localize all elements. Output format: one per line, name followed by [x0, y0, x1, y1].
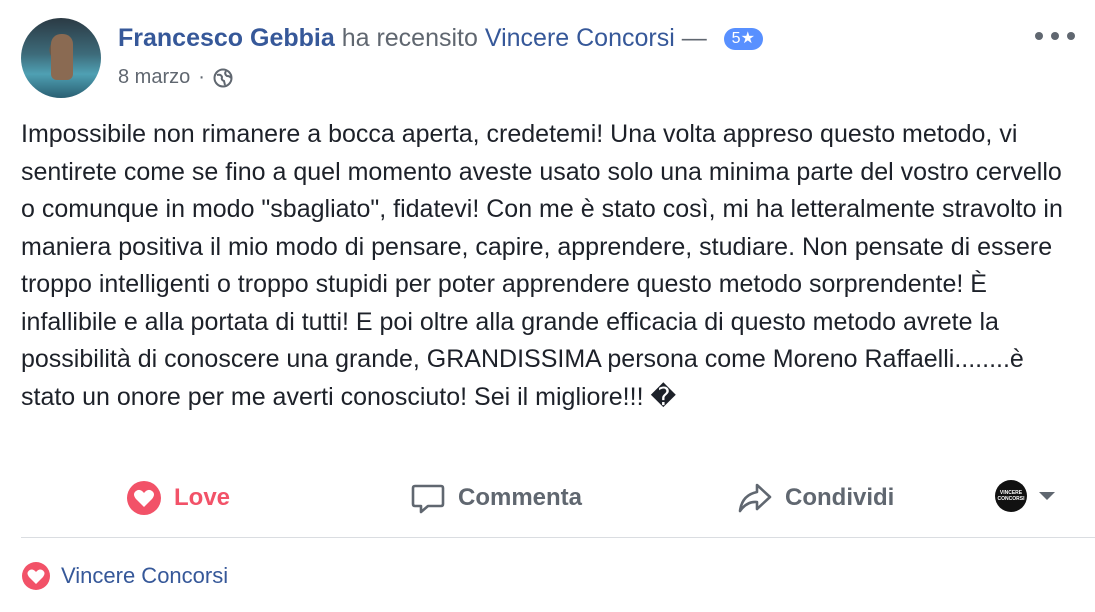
page-name-link[interactable]: Vincere Concorsi: [485, 24, 675, 52]
title-dash: —: [681, 24, 707, 52]
meta-separator: ·: [198, 66, 205, 88]
share-button[interactable]: Condividi: [737, 478, 894, 518]
post-title-line: Francesco Gebbia ha recensito Vincere Co…: [118, 24, 763, 53]
page-avatar: VINCERE CONCORSI: [995, 480, 1027, 512]
action-bar: Love Commenta Condividi VINCERE CONCORSI: [0, 470, 1095, 526]
love-label: Love: [174, 484, 231, 511]
post-meta: 8 marzo ·: [118, 66, 233, 89]
reactions-summary[interactable]: Vincere Concorsi: [21, 561, 228, 591]
post-date-link[interactable]: 8 marzo: [118, 66, 190, 89]
reactor-names-link[interactable]: Vincere Concorsi: [61, 563, 228, 589]
comment-icon: [411, 484, 445, 514]
globe-icon[interactable]: [213, 68, 233, 88]
post-header: Francesco Gebbia ha recensito Vincere Co…: [21, 18, 1075, 102]
chevron-down-icon: [1039, 492, 1055, 500]
love-icon: [127, 481, 161, 515]
review-verb: ha recensito: [341, 24, 478, 52]
rating-badge: 5★: [723, 28, 763, 50]
author-avatar[interactable]: [21, 18, 101, 98]
love-button[interactable]: Love: [126, 478, 230, 518]
page-selector-dropdown[interactable]: VINCERE CONCORSI: [995, 480, 1055, 512]
more-options-icon[interactable]: [1035, 26, 1075, 46]
comment-button[interactable]: Commenta: [410, 478, 582, 518]
comment-label: Commenta: [458, 484, 583, 511]
review-text: Impossibile non rimanere a bocca aperta,…: [21, 120, 1063, 411]
author-name-link[interactable]: Francesco Gebbia: [118, 24, 335, 52]
divider: [21, 537, 1095, 538]
share-label: Condividi: [785, 484, 895, 511]
share-icon: [738, 483, 772, 513]
love-icon: [22, 562, 50, 590]
